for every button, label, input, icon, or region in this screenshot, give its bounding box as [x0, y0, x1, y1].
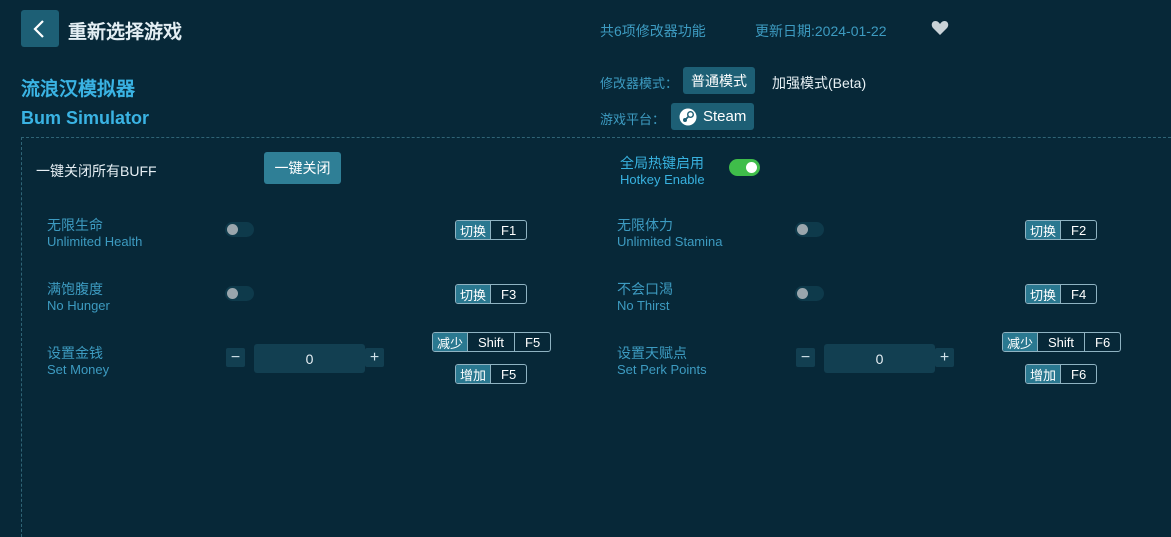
update-date: 更新日期:2024-01-22: [755, 23, 887, 39]
hotkey-tag: 增加: [1026, 365, 1061, 383]
close-all-button[interactable]: 一键关闭: [264, 152, 341, 184]
feature-count: 共6项修改器功能: [600, 23, 706, 39]
hotkey-title: 全局热键启用: [620, 155, 704, 171]
unlimited-stamina-toggle[interactable]: [795, 222, 824, 237]
game-name-en: Bum Simulator: [21, 108, 150, 128]
hotkey-tag: 切换: [1026, 221, 1061, 239]
back-button[interactable]: [21, 10, 59, 47]
increment-button[interactable]: +: [935, 348, 954, 367]
steam-icon: [679, 108, 697, 125]
cheat-subtitle: Unlimited Stamina: [617, 234, 723, 249]
hotkey-tag: 减少: [1003, 333, 1038, 351]
game-name-cn: 流浪汉模拟器: [21, 79, 136, 100]
hotkey-key: F6: [1060, 365, 1096, 383]
hotkey-tag: 切换: [456, 285, 491, 303]
unlimited-health-toggle[interactable]: [225, 222, 254, 237]
hotkey-tag: 切换: [456, 221, 491, 239]
perk-points-input[interactable]: [824, 344, 935, 373]
hotkey-key: F3: [490, 285, 526, 303]
hotkey-modifier: Shift: [467, 333, 514, 351]
hotkey-shift-f5[interactable]: 减少 Shift F5: [432, 332, 552, 352]
toggle-knob: [227, 224, 238, 235]
cheat-title: 不会口渴: [617, 281, 673, 297]
enhanced-mode-button[interactable]: 加强模式(Beta): [772, 73, 866, 93]
normal-mode-button[interactable]: 普通模式: [683, 67, 755, 94]
money-input[interactable]: [254, 344, 365, 373]
heart-icon[interactable]: [931, 20, 949, 36]
hotkey-f3[interactable]: 切换 F3: [455, 284, 528, 304]
chevron-left-icon: [33, 19, 44, 38]
setter-subtitle: Set Money: [47, 362, 110, 377]
hotkey-toggle[interactable]: [729, 159, 760, 176]
page-title: 重新选择游戏: [68, 22, 183, 43]
hotkey-shift-f6[interactable]: 减少 Shift F6: [1002, 332, 1122, 352]
no-hunger-toggle[interactable]: [225, 286, 254, 301]
platform-name: Steam: [703, 108, 747, 125]
cheat-title: 无限生命: [47, 217, 103, 233]
hotkey-key: F2: [1060, 221, 1096, 239]
setter-title: 设置天赋点: [617, 345, 687, 361]
hotkey-tag: 减少: [433, 333, 468, 351]
cheat-title: 无限体力: [617, 217, 673, 233]
decrement-button[interactable]: −: [796, 348, 815, 367]
hotkey-tag: 增加: [456, 365, 491, 383]
mode-label: 修改器模式：: [600, 76, 679, 91]
hotkey-subtitle: Hotkey Enable: [620, 172, 705, 187]
platform-label: 游戏平台：: [600, 112, 666, 127]
hotkey-key: F5: [490, 365, 526, 383]
no-thirst-toggle[interactable]: [795, 286, 824, 301]
toggle-knob: [797, 288, 808, 299]
hotkey-f5[interactable]: 增加 F5: [455, 364, 528, 384]
hotkey-key: F1: [490, 221, 526, 239]
cheat-title: 满饱腹度: [47, 281, 103, 297]
cheat-panel: [21, 137, 1171, 537]
decrement-button[interactable]: −: [226, 348, 245, 367]
cheat-subtitle: Unlimited Health: [47, 234, 143, 249]
platform-steam-button[interactable]: Steam: [671, 103, 754, 130]
hotkey-f6[interactable]: 增加 F6: [1025, 364, 1098, 384]
hotkey-f2[interactable]: 切换 F2: [1025, 220, 1098, 240]
hotkey-tag: 切换: [1026, 285, 1061, 303]
hotkey-key: F6: [1084, 333, 1120, 351]
increment-button[interactable]: +: [365, 348, 384, 367]
setter-title: 设置金钱: [47, 345, 103, 361]
close-all-label: 一键关闭所有BUFF: [36, 163, 157, 179]
setter-subtitle: Set Perk Points: [617, 362, 707, 377]
cheat-subtitle: No Hunger: [47, 298, 110, 313]
toggle-knob: [746, 162, 757, 173]
cheat-subtitle: No Thirst: [617, 298, 670, 313]
hotkey-modifier: Shift: [1037, 333, 1084, 351]
toggle-knob: [797, 224, 808, 235]
hotkey-f1[interactable]: 切换 F1: [455, 220, 528, 240]
hotkey-f4[interactable]: 切换 F4: [1025, 284, 1098, 304]
hotkey-key: F4: [1060, 285, 1096, 303]
toggle-knob: [227, 288, 238, 299]
hotkey-key: F5: [514, 333, 550, 351]
